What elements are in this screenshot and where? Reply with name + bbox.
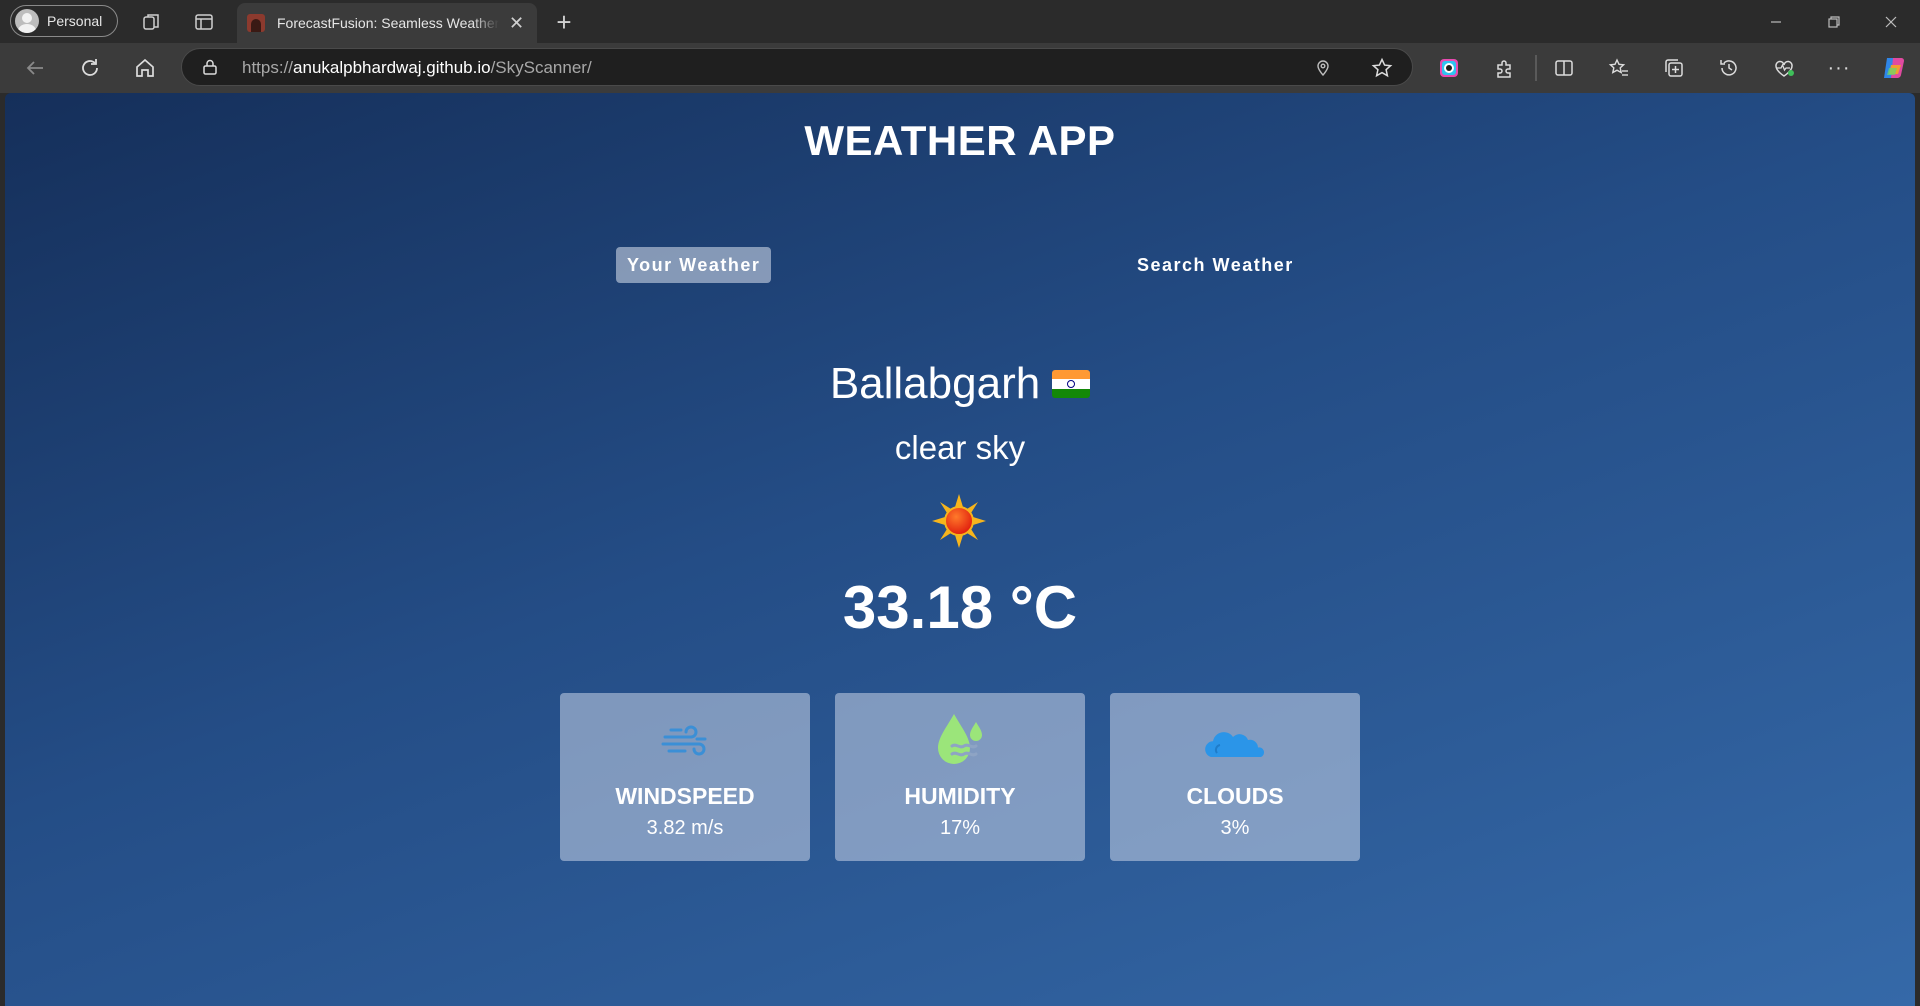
tab-title: ForecastFusion: Seamless Weather Trackin… <box>277 15 499 31</box>
humidity-icon <box>835 705 1085 775</box>
windspeed-value: 3.82 m/s <box>646 817 724 839</box>
tab-close-icon[interactable]: ✕ <box>509 13 524 34</box>
city-heading: Ballabgarh <box>5 359 1915 409</box>
new-tab-icon[interactable]: + <box>550 7 578 37</box>
profile-avatar-icon <box>15 9 39 33</box>
india-flag-icon <box>1052 370 1091 398</box>
lock-icon[interactable] <box>200 57 220 77</box>
vertical-tabs-icon[interactable] <box>190 8 218 36</box>
location-pin-icon[interactable] <box>1312 57 1334 79</box>
address-bar[interactable]: https://anukalpbhardwaj.github.io/SkySca… <box>181 48 1413 86</box>
weather-description: clear sky <box>894 429 1026 466</box>
humidity-card: HUMIDITY 17% <box>835 693 1085 861</box>
minimize-icon[interactable] <box>1762 8 1790 36</box>
tab-favicon-icon <box>247 14 265 32</box>
profile-label: Personal <box>47 13 103 29</box>
profile-button[interactable]: Personal <box>10 5 118 37</box>
home-icon[interactable] <box>130 53 160 83</box>
weather-page: WEATHER APP Your Weather Search Weather … <box>5 93 1915 1006</box>
extensions-puzzle-icon[interactable] <box>1490 53 1520 83</box>
sun-icon <box>931 493 987 549</box>
cloud-icon <box>1110 713 1360 773</box>
clouds-card: CLOUDS 3% <box>1110 693 1360 861</box>
collections-icon[interactable] <box>1659 53 1689 83</box>
humidity-label: HUMIDITY <box>904 783 1016 809</box>
favorites-list-icon[interactable] <box>1604 53 1634 83</box>
temperature-value: 33.18 °C <box>842 574 1078 641</box>
workspaces-icon[interactable] <box>138 8 166 36</box>
tab-search-weather[interactable]: Search Weather <box>1126 247 1305 283</box>
windspeed-label: WINDSPEED <box>615 783 755 809</box>
history-icon[interactable] <box>1714 53 1744 83</box>
humidity-value: 17% <box>939 817 981 839</box>
refresh-icon[interactable] <box>75 53 105 83</box>
close-window-icon[interactable] <box>1877 8 1905 36</box>
clouds-label: CLOUDS <box>1186 783 1284 809</box>
wind-icon <box>560 713 810 773</box>
browser-tab-active[interactable]: ForecastFusion: Seamless Weather Trackin… <box>237 3 537 43</box>
favorite-star-icon[interactable] <box>1370 56 1394 80</box>
more-options-icon[interactable]: ··· <box>1824 53 1854 83</box>
url-text[interactable]: https://anukalpbhardwaj.github.io/SkySca… <box>242 58 592 78</box>
tab-your-weather[interactable]: Your Weather <box>616 247 772 283</box>
windspeed-card: WINDSPEED 3.82 m/s <box>560 693 810 861</box>
browser-toolbar: https://anukalpbhardwaj.github.io/SkySca… <box>0 43 1920 93</box>
copilot-icon[interactable] <box>1878 52 1910 84</box>
restore-icon[interactable] <box>1820 8 1848 36</box>
app-title: WEATHER APP <box>804 117 1116 164</box>
browser-titlebar: Personal ForecastFusion: Seamless Weathe… <box>0 0 1920 43</box>
toolbar-divider <box>1535 55 1537 81</box>
clouds-value: 3% <box>1220 817 1250 839</box>
split-screen-icon[interactable] <box>1549 53 1579 83</box>
browser-essentials-icon[interactable] <box>1769 53 1799 83</box>
city-name: Ballabgarh <box>829 359 1041 408</box>
back-arrow-icon[interactable] <box>20 53 50 83</box>
color-extension-icon[interactable] <box>1434 53 1464 83</box>
